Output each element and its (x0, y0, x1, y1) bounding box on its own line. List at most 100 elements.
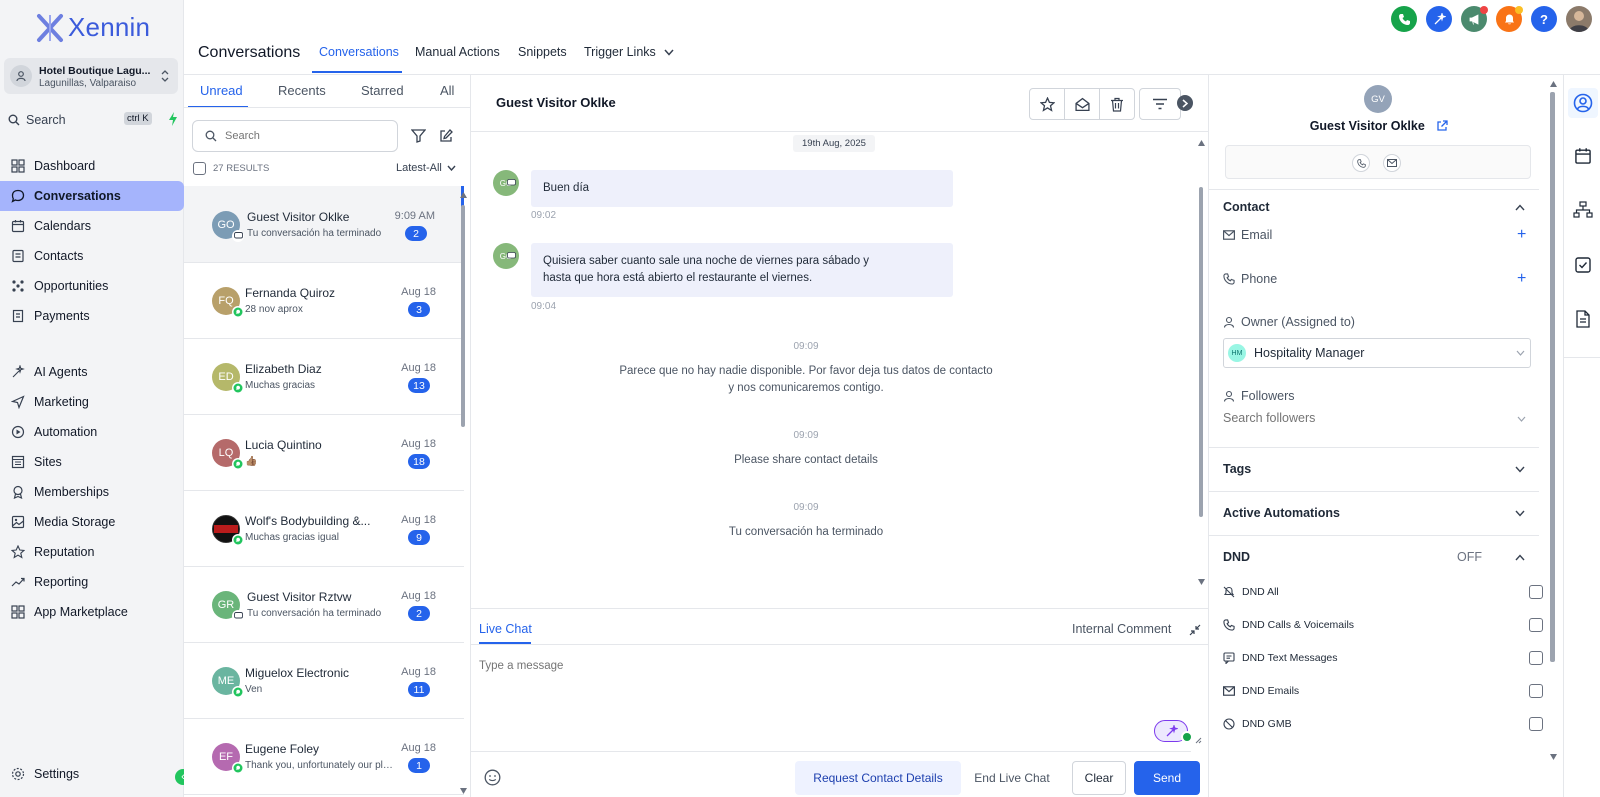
dnd-all-checkbox[interactable] (1529, 585, 1543, 599)
conversation-row[interactable]: FQ Fernanda Quiroz 28 nov aprox Aug 18 3 (184, 262, 464, 339)
scroll-down-icon[interactable] (1550, 754, 1557, 760)
scroll-up-icon[interactable] (1198, 140, 1205, 146)
contact-profile-tab[interactable] (1568, 88, 1598, 118)
contact-panel-scrollbar[interactable] (1549, 80, 1555, 750)
sidebar-item-marketing[interactable]: Marketing (0, 387, 184, 417)
email-contact-button[interactable] (1383, 154, 1401, 172)
conversation-row[interactable]: LQ Lucia Quintino 👍🏽 Aug 18 18 (184, 414, 464, 491)
user-avatar[interactable] (1566, 6, 1592, 32)
help-icon[interactable]: ? (1531, 6, 1557, 32)
scroll-down-icon[interactable] (1198, 579, 1205, 585)
conversation-row[interactable]: EF Eugene Foley Thank you, unfortunately o… (184, 718, 464, 795)
owner-select[interactable]: HM Hospitality Manager (1223, 338, 1531, 368)
tab-live-chat[interactable]: Live Chat (479, 622, 532, 636)
sidebar-item-payments[interactable]: Payments (0, 301, 184, 331)
dnd-status[interactable]: OFF (1457, 550, 1482, 564)
dnd-calls-checkbox[interactable] (1529, 618, 1543, 632)
location-switcher[interactable]: Hotel Boutique Lagu... Lagunillas, Valpa… (4, 58, 178, 94)
conversation-row[interactable]: GR Guest Visitor Rztvw Tu conversación ha … (184, 566, 464, 643)
scrollbar-thumb[interactable] (1199, 187, 1203, 517)
chevron-up-icon[interactable] (1515, 554, 1525, 561)
chat-scrollbar[interactable] (1199, 137, 1203, 590)
conversation-row[interactable]: ME Miguelox Electronic Ven Aug 18 11 (184, 642, 464, 719)
conversation-search[interactable] (192, 120, 398, 152)
sidebar-item-contacts[interactable]: Contacts (0, 241, 184, 271)
ai-magic-icon[interactable] (1426, 6, 1452, 32)
section-dnd-title[interactable]: DND (1223, 550, 1250, 564)
sidebar-item-reporting[interactable]: Reporting (0, 567, 184, 597)
bolt-icon[interactable] (168, 112, 178, 126)
list-scrollbar[interactable] (461, 205, 465, 427)
brand-logo[interactable]: Xennin (36, 12, 150, 43)
sidebar-item-calendars[interactable]: Calendars (0, 211, 184, 241)
section-automations-title[interactable]: Active Automations (1223, 506, 1340, 520)
sidebar-item-memberships[interactable]: Memberships (0, 477, 184, 507)
list-tab-starred[interactable]: Starred (361, 83, 404, 98)
add-phone-button[interactable]: + (1517, 271, 1526, 287)
bell-icon[interactable] (1496, 6, 1523, 32)
scroll-up-icon[interactable] (1550, 81, 1557, 87)
notes-tab[interactable] (1568, 304, 1598, 334)
delete-button[interactable] (1099, 88, 1135, 120)
conversation-row[interactable]: ED Elizabeth Diaz Muchas gracias Aug 18 13 (184, 338, 464, 415)
section-tags-title[interactable]: Tags (1223, 462, 1251, 476)
sidebar-item-opportunities[interactable]: Opportunities (0, 271, 184, 301)
tab-snippets[interactable]: Snippets (518, 45, 567, 59)
phone-icon[interactable] (1391, 6, 1417, 32)
filter-icon[interactable] (411, 129, 426, 143)
expand-panel-button[interactable] (1177, 95, 1193, 111)
scrollbar-thumb[interactable] (1550, 92, 1555, 662)
emoji-icon[interactable] (484, 769, 501, 786)
conversation-row[interactable]: GO Guest Visitor Oklke Tu conversación ha … (184, 186, 464, 263)
sidebar-search[interactable]: Search ctrl K (8, 110, 178, 130)
tab-manual-actions[interactable]: Manual Actions (415, 45, 500, 59)
megaphone-icon[interactable] (1461, 6, 1488, 32)
workflow-tab[interactable] (1568, 195, 1598, 225)
scroll-up-icon[interactable] (460, 192, 467, 198)
call-contact-button[interactable] (1352, 154, 1370, 172)
tab-trigger-links[interactable]: Trigger Links (584, 45, 674, 59)
tab-internal-comment[interactable]: Internal Comment (1072, 622, 1171, 636)
sort-dropdown[interactable]: Latest-All (396, 162, 456, 174)
sidebar-item-reputation[interactable]: Reputation (0, 537, 184, 567)
tasks-tab[interactable] (1568, 250, 1598, 280)
add-email-button[interactable]: + (1517, 227, 1526, 243)
clear-button[interactable]: Clear (1072, 761, 1126, 795)
dnd-text-checkbox[interactable] (1529, 651, 1543, 665)
external-link-icon[interactable] (1436, 120, 1448, 132)
list-tab-all[interactable]: All (440, 83, 454, 98)
tab-conversations[interactable]: Conversations (319, 45, 399, 59)
list-tab-unread[interactable]: Unread (200, 83, 243, 98)
sidebar-item-dashboard[interactable]: Dashboard (0, 151, 184, 181)
conversation-row[interactable]: Wolf's Bodybuilding &... Muchas gracias i… (184, 490, 464, 567)
sidebar-item-automation[interactable]: Automation (0, 417, 184, 447)
sidebar-item-media-storage[interactable]: Media Storage (0, 507, 184, 537)
end-live-chat-button[interactable]: End Live Chat (962, 761, 1062, 795)
appointments-tab[interactable] (1568, 141, 1598, 171)
sidebar-item-conversations[interactable]: Conversations (0, 181, 184, 211)
scroll-down-icon[interactable] (460, 788, 467, 794)
sidebar-item-sites[interactable]: Sites (0, 447, 184, 477)
filter-messages-button[interactable] (1139, 88, 1181, 120)
send-button[interactable]: Send (1134, 761, 1200, 795)
mark-unread-button[interactable] (1064, 88, 1100, 120)
request-contact-details-button[interactable]: Request Contact Details (795, 761, 961, 795)
chevron-down-icon[interactable] (1515, 466, 1525, 473)
select-all-checkbox[interactable] (193, 162, 206, 175)
resize-handle-icon[interactable] (1195, 737, 1202, 744)
sidebar-item-ai-agents[interactable]: AI Agents (0, 357, 184, 387)
list-tab-recents[interactable]: Recents (278, 83, 326, 98)
compose-icon[interactable] (439, 129, 453, 143)
dnd-emails-checkbox[interactable] (1529, 684, 1543, 698)
chevron-down-icon[interactable] (1515, 510, 1525, 517)
sidebar-item-settings[interactable]: Settings (0, 759, 184, 789)
sidebar-item-app-marketplace[interactable]: App Marketplace (0, 597, 184, 627)
dnd-gmb-checkbox[interactable] (1529, 717, 1543, 731)
conversation-search-input[interactable] (225, 130, 375, 142)
message-input[interactable] (479, 660, 1159, 672)
section-contact-title[interactable]: Contact (1223, 200, 1270, 214)
collapse-composer-icon[interactable] (1189, 624, 1201, 636)
star-button[interactable] (1029, 88, 1065, 120)
chevron-up-icon[interactable] (1515, 204, 1525, 211)
followers-search-input[interactable] (1223, 411, 1523, 425)
